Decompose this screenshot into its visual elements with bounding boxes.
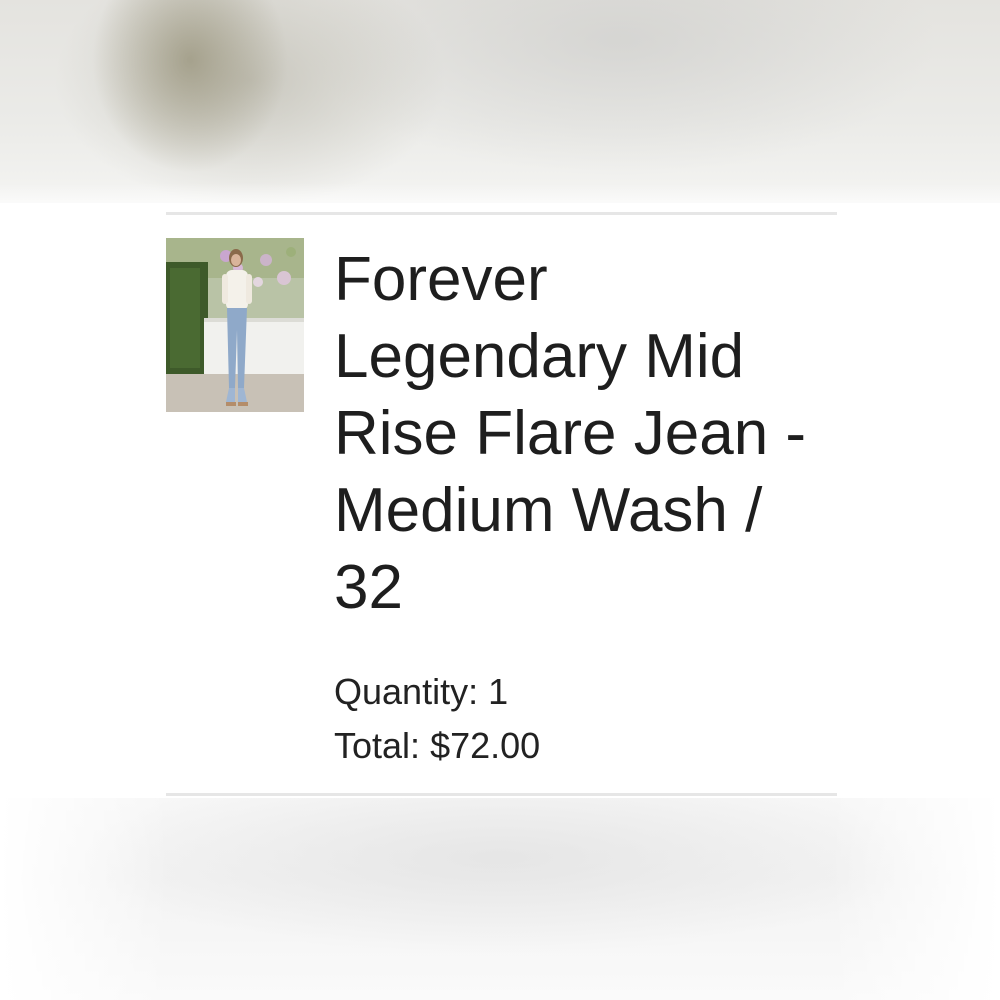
quantity-label: Quantity:	[334, 671, 479, 712]
total-value: $72.00	[430, 725, 541, 766]
total-row: Total: $72.00	[334, 719, 540, 773]
blurred-background-top	[0, 0, 1000, 203]
product-title[interactable]: Forever Legendary Mid Rise Flare Jean - …	[334, 241, 834, 626]
blurred-background-bottom	[0, 798, 1000, 1000]
quantity-value: 1	[488, 671, 509, 712]
total-label: Total:	[334, 725, 421, 766]
product-thumbnail[interactable]	[166, 238, 304, 412]
screen: Forever Legendary Mid Rise Flare Jean - …	[0, 0, 1000, 1000]
quantity-row: Quantity: 1	[334, 665, 540, 719]
divider-top	[166, 212, 837, 215]
cart-item-card: Forever Legendary Mid Rise Flare Jean - …	[166, 203, 837, 798]
divider-bottom	[166, 793, 837, 796]
cart-item-details: Quantity: 1 Total: $72.00	[334, 665, 540, 773]
